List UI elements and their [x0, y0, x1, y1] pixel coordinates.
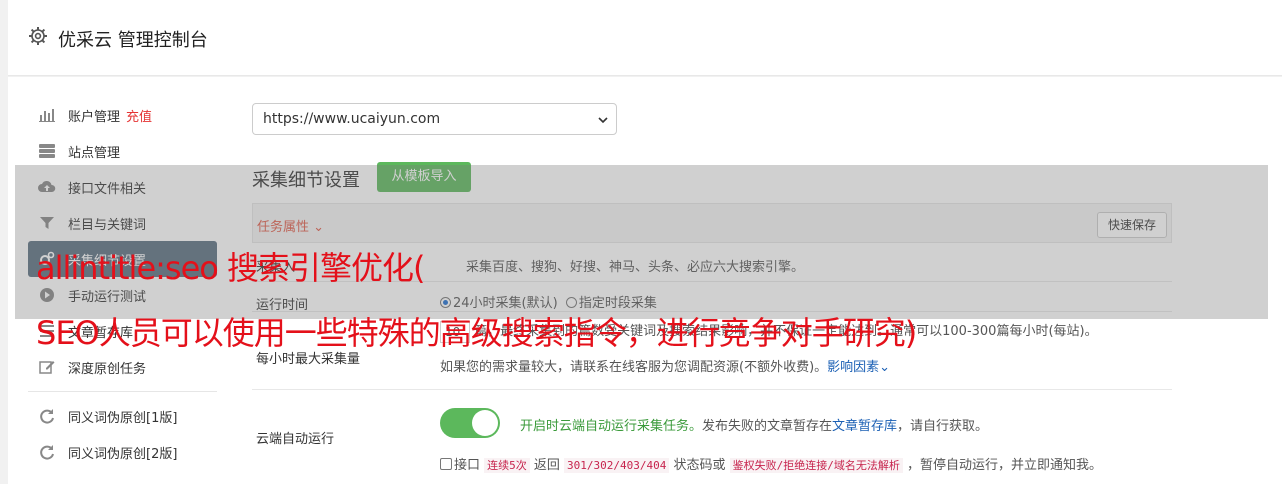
top-header: 优采云 管理控制台	[8, 0, 1282, 76]
site-select[interactable]: https://www.ucaiyun.com	[252, 103, 617, 135]
refresh-icon	[40, 409, 54, 424]
gray-overlay-band	[15, 165, 1268, 319]
contact-note-line: 如果您的需求量较大，请联系在线客服为您调配资源(不额外收费)。影响因素⌄	[440, 356, 890, 375]
row-cloud-auto-run: 云端自动运行 开启时云端自动运行采集任务。发布失败的文章暂存在文章暂存库，请自行…	[252, 390, 1172, 480]
pause-text: 状态码或	[669, 458, 730, 473]
refresh-icon	[40, 445, 54, 460]
cloud-auto-run-toggle[interactable]	[440, 408, 500, 438]
code-status: 301/302/403/404	[564, 458, 670, 473]
contact-note: 如果您的需求量较大，请联系在线客服为您调配资源(不额外收费)。	[440, 360, 828, 375]
sidebar-divider	[28, 391, 217, 392]
row-label: 云端自动运行	[256, 432, 335, 447]
console-title: 优采云 管理控制台	[58, 30, 208, 51]
overlay-caption-line1: allintitle:seo 搜索引擎优化(	[36, 249, 426, 287]
chevron-down-icon: ⌄	[879, 360, 891, 375]
code-consecutive: 连续5次	[484, 458, 530, 473]
sidebar-item-sites[interactable]: 站点管理	[28, 133, 218, 169]
pause-text-tail: ，暂停自动运行，并立即通知我。	[902, 458, 1103, 473]
sidebar-item-label: 同义词伪原创[2版]	[68, 446, 178, 462]
pause-checkbox-label: 接口	[454, 458, 481, 473]
bar-chart-icon	[39, 109, 55, 122]
auto-run-desc: 开启时云端自动运行采集任务。发布失败的文章暂存在文章暂存库，请自行获取。	[520, 415, 988, 434]
fail-desc-tail: ，请自行获取。	[897, 419, 989, 434]
sidebar-item-deep-original[interactable]: 深度原创任务	[28, 349, 218, 385]
site-select-value: https://www.ucaiyun.com	[263, 111, 441, 127]
pause-text: 返回	[529, 458, 565, 473]
pause-rule: 接口 连续5次 返回 301/302/403/404 状态码或 鉴权失败/拒绝连…	[440, 454, 1102, 473]
fail-desc: 发布失败的文章暂存在	[702, 419, 833, 434]
sidebar-item-synonym-v2[interactable]: 同义词伪原创[2版]	[28, 434, 218, 470]
recharge-link[interactable]: 充值	[126, 106, 152, 125]
pause-checkbox[interactable]	[440, 458, 452, 470]
code-errors: 鉴权失败/拒绝连接/域名无法解析	[729, 458, 903, 473]
server-icon	[39, 144, 55, 158]
overlay-caption-line2: SEO人员可以使用一些特殊的高级搜索指令，进行竞争对手研究)	[36, 314, 917, 352]
influence-factors-link[interactable]: 影响因素	[827, 360, 879, 375]
sidebar-item-synonym-v1[interactable]: 同义词伪原创[1版]	[28, 398, 218, 434]
chevron-down-icon	[598, 117, 608, 124]
enabled-text: 开启时云端自动运行采集任务。	[520, 419, 703, 434]
edit-icon	[39, 361, 55, 374]
gear-icon	[29, 27, 47, 45]
sidebar-item-label: 站点管理	[68, 145, 121, 161]
sidebar-item-label: 深度原创任务	[68, 361, 147, 377]
sidebar-item-account[interactable]: 账户管理 充值	[28, 97, 218, 133]
article-store-link[interactable]: 文章暂存库	[832, 419, 897, 434]
sidebar-item-label: 账户管理	[68, 109, 121, 125]
sidebar-item-label: 同义词伪原创[1版]	[68, 410, 178, 426]
